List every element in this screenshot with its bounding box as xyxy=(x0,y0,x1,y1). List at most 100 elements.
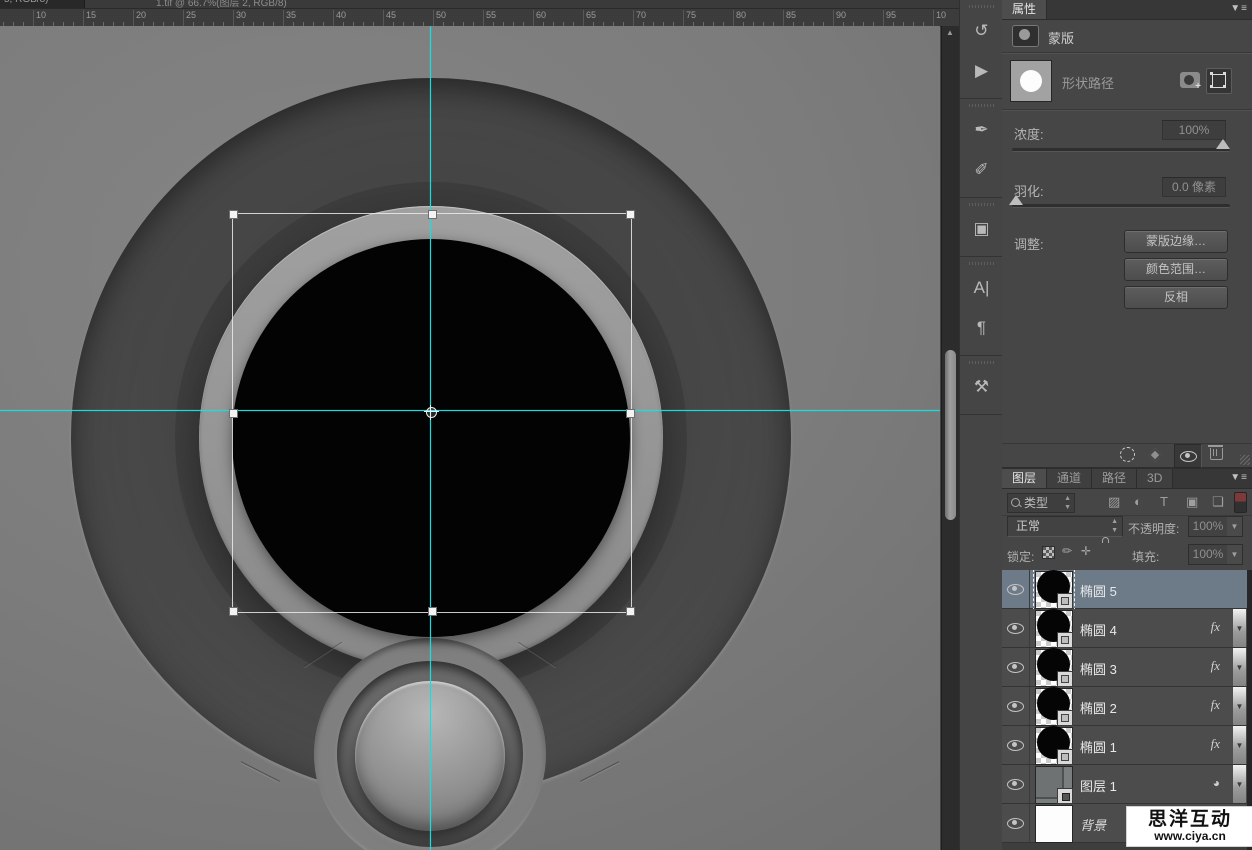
density-slider-thumb[interactable] xyxy=(1216,139,1230,149)
ruler-tick xyxy=(83,10,84,26)
feather-value[interactable]: 0.0 像素 xyxy=(1162,177,1226,197)
collapse-effects-button[interactable]: ▼ xyxy=(1233,726,1246,764)
layer-thumbnail[interactable] xyxy=(1035,727,1073,765)
lock-position-icon[interactable]: ✛ xyxy=(1081,544,1091,558)
layer-filtering-toggle[interactable] xyxy=(1234,492,1247,513)
mask-visibility-button[interactable] xyxy=(1174,444,1202,468)
transform-handle-s[interactable] xyxy=(428,607,437,616)
layer-thumbnail[interactable] xyxy=(1035,571,1073,609)
brush-presets-icon[interactable]: ✒ xyxy=(960,111,1003,151)
panel-resize-grip[interactable] xyxy=(1240,455,1250,465)
visibility-toggle[interactable] xyxy=(1002,648,1030,686)
scrollbar-thumb[interactable] xyxy=(945,350,956,520)
layer-name[interactable]: 椭圆 3 xyxy=(1080,659,1117,678)
layer-row[interactable]: 椭圆 3fx▼ xyxy=(1002,648,1252,687)
transform-reference-point[interactable] xyxy=(426,407,437,418)
tab-通道[interactable]: 通道 xyxy=(1047,469,1092,488)
shape-path-thumbnail[interactable] xyxy=(1010,60,1052,102)
layer-row[interactable]: 图层 1◕▼ xyxy=(1002,765,1252,804)
brush-icon[interactable]: ✐ xyxy=(960,151,1003,191)
lock-transparency-icon[interactable] xyxy=(1042,546,1055,559)
transform-handle-ne[interactable] xyxy=(626,210,635,219)
filter-pixel-layers-icon[interactable]: ▨ xyxy=(1108,494,1120,510)
filter-smart-objects-icon[interactable]: ❏ xyxy=(1212,494,1224,510)
character-panel-icon[interactable]: A| xyxy=(960,269,1003,309)
layer-thumbnail[interactable] xyxy=(1035,610,1073,648)
layer-name[interactable]: 椭圆 4 xyxy=(1080,620,1117,639)
visibility-toggle[interactable] xyxy=(1002,804,1030,842)
fill-value[interactable]: 100% xyxy=(1188,544,1228,565)
filter-adjustment-layers-icon[interactable]: ◐ xyxy=(1134,494,1142,509)
visibility-toggle[interactable] xyxy=(1002,609,1030,647)
visibility-toggle[interactable] xyxy=(1002,765,1030,803)
fill-dropdown-button[interactable]: ▼ xyxy=(1227,544,1243,565)
transform-handle-e[interactable] xyxy=(626,409,635,418)
filter-shape-layers-icon[interactable]: ▣ xyxy=(1186,494,1198,510)
paragraph-panel-icon[interactable]: ¶ xyxy=(960,309,1003,349)
ruler-label: 10 xyxy=(936,10,946,20)
history-icon[interactable]: ↺ xyxy=(960,12,1003,52)
tab-图层[interactable]: 图层 xyxy=(1002,469,1047,488)
tab-properties[interactable]: 属性 xyxy=(1002,0,1047,19)
layer-name[interactable]: 椭圆 2 xyxy=(1080,698,1117,717)
load-selection-icon[interactable] xyxy=(1120,447,1135,462)
feather-slider-thumb[interactable] xyxy=(1009,195,1023,205)
layer-thumbnail[interactable] xyxy=(1035,688,1073,726)
layer-name[interactable]: 背景 xyxy=(1080,815,1106,834)
opacity-value[interactable]: 100% xyxy=(1188,516,1228,537)
mask-edge-button[interactable]: 蒙版边缘… xyxy=(1124,230,1228,253)
lock-pixels-icon[interactable]: ✏ xyxy=(1062,544,1072,558)
density-slider[interactable] xyxy=(1012,148,1230,152)
transform-handle-w[interactable] xyxy=(229,409,238,418)
layer-row[interactable]: 椭圆 4fx▼ xyxy=(1002,609,1252,648)
scroll-up-icon[interactable]: ▲ xyxy=(946,28,954,37)
document-tab[interactable]: 1.tif @ 66.7%(图层 2, RGB/8) xyxy=(84,0,962,8)
layer-row[interactable]: 椭圆 5 xyxy=(1002,570,1252,609)
panel-menu-icon[interactable]: ▼≡ xyxy=(1230,472,1248,483)
transform-handle-se[interactable] xyxy=(626,607,635,616)
feather-slider[interactable] xyxy=(1012,204,1230,208)
apply-mask-icon[interactable] xyxy=(1148,448,1162,462)
visibility-toggle[interactable] xyxy=(1002,687,1030,725)
layer-thumbnail[interactable] xyxy=(1035,766,1073,804)
lock-label: 锁定: xyxy=(1007,548,1034,565)
layer-name[interactable]: 椭圆 5 xyxy=(1080,581,1117,600)
layer-name[interactable]: 图层 1 xyxy=(1080,776,1117,795)
vector-mask-button[interactable] xyxy=(1206,68,1232,94)
tool-presets-icon[interactable]: ⚒ xyxy=(960,368,1003,408)
filter-type-dropdown[interactable]: 类型 ▲▼ xyxy=(1007,493,1075,513)
shape-path-row: 形状路径 xyxy=(1002,54,1252,108)
canvas-area[interactable] xyxy=(0,26,940,850)
blend-mode-dropdown[interactable]: 正常 ▲▼ xyxy=(1007,516,1123,537)
layer-name[interactable]: 椭圆 1 xyxy=(1080,737,1117,756)
layer-row[interactable]: 椭圆 1fx▼ xyxy=(1002,726,1252,765)
document-tab-bar: 5, RGB/8) 1.tif @ 66.7%(图层 2, RGB/8) xyxy=(0,0,962,9)
color-range-button[interactable]: 颜色范围… xyxy=(1124,258,1228,281)
collapse-effects-button[interactable]: ▼ xyxy=(1233,609,1246,647)
delete-mask-icon[interactable] xyxy=(1210,448,1223,460)
filter-type-layers-icon[interactable]: T xyxy=(1160,494,1168,509)
transform-handle-n[interactable] xyxy=(428,210,437,219)
invert-button[interactable]: 反相 xyxy=(1124,286,1228,309)
transform-handle-nw[interactable] xyxy=(229,210,238,219)
tab-路径[interactable]: 路径 xyxy=(1092,469,1137,488)
canvas-vertical-scrollbar[interactable]: ▲ xyxy=(941,26,960,850)
layer-thumbnail[interactable] xyxy=(1035,649,1073,687)
visibility-toggle[interactable] xyxy=(1002,726,1030,764)
transform-handle-sw[interactable] xyxy=(229,607,238,616)
add-pixel-mask-icon[interactable] xyxy=(1180,72,1200,88)
layer-thumbnail[interactable] xyxy=(1035,805,1073,843)
collapse-effects-button[interactable]: ▼ xyxy=(1233,687,1246,725)
tab-3d[interactable]: 3D xyxy=(1137,469,1173,488)
collapse-effects-button[interactable]: ▼ xyxy=(1233,765,1246,803)
opacity-dropdown-button[interactable]: ▼ xyxy=(1227,516,1243,537)
clone-source-icon[interactable]: ▣ xyxy=(960,210,1003,250)
layer-filter-row: 类型 ▲▼ ▨ ◐ T ▣ ❏ xyxy=(1002,489,1252,516)
collapse-effects-button[interactable]: ▼ xyxy=(1233,648,1246,686)
density-value[interactable]: 100% xyxy=(1162,120,1226,140)
panel-menu-icon[interactable]: ▼≡ xyxy=(1230,3,1248,14)
layer-row[interactable]: 椭圆 2fx▼ xyxy=(1002,687,1252,726)
document-tab-active[interactable]: 5, RGB/8) xyxy=(0,0,85,8)
actions-play-icon[interactable]: ▶ xyxy=(960,52,1003,92)
visibility-toggle[interactable] xyxy=(1002,570,1030,608)
